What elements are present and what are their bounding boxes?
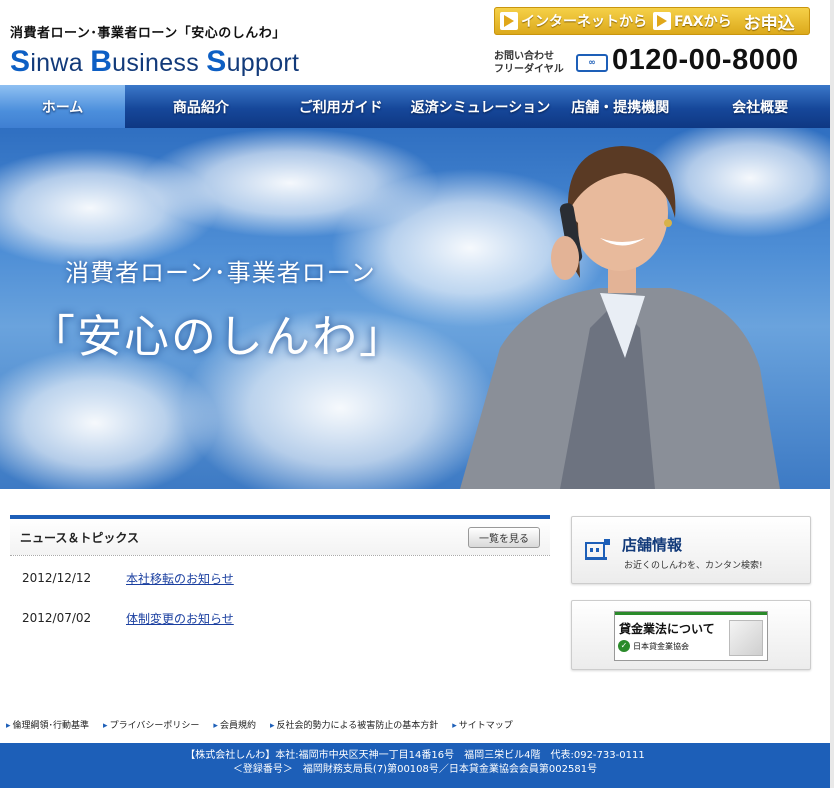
contact-label-line2: フリーダイヤル bbox=[494, 64, 564, 75]
news-link[interactable]: 本社移転のお知らせ bbox=[126, 570, 234, 587]
news-date: 2012/07/02 bbox=[22, 611, 92, 625]
logo-text: inwa bbox=[30, 49, 91, 77]
footer: 【株式会社しんわ】本社:福岡市中央区天神一丁目14番16号 福岡三栄ビル4階 代… bbox=[0, 743, 830, 788]
news-title: ニュース＆トピックス bbox=[20, 530, 140, 545]
logo-letter: S bbox=[10, 45, 31, 78]
hero-title: 「安心のしんわ」 bbox=[30, 310, 407, 363]
apply-banner: インターネットから FAXから お申込 bbox=[494, 7, 810, 35]
check-icon: ✓ bbox=[618, 640, 630, 652]
footer-link-sitemap[interactable]: サイトマップ bbox=[452, 718, 513, 731]
nav-item-company[interactable]: 会社概要 bbox=[690, 85, 830, 128]
hero-subtitle: 消費者ローン･事業者ローン bbox=[65, 259, 376, 287]
logo-text: usiness bbox=[112, 49, 207, 77]
apply-internet-link[interactable]: インターネットから bbox=[521, 11, 647, 31]
law-banner-topbar bbox=[615, 612, 767, 615]
store-info-desc: お近くのしんわを、カンタン検索! bbox=[624, 561, 763, 571]
news-item: 2012/07/02 体制変更のお知らせ bbox=[10, 598, 550, 638]
nav-item-products[interactable]: 商品紹介 bbox=[131, 85, 271, 128]
freedial-icon: ∞ bbox=[576, 54, 608, 72]
news-link[interactable]: 体制変更のお知らせ bbox=[126, 610, 234, 627]
logo-text: upport bbox=[226, 49, 300, 77]
store-info-title: 店舗情報 bbox=[622, 536, 683, 554]
window-edge bbox=[830, 0, 834, 788]
nav-item-simulation[interactable]: 返済シミュレーション bbox=[411, 85, 551, 128]
logo-letter: S bbox=[206, 45, 227, 78]
contact-label-line1: お問い合わせ bbox=[494, 51, 554, 62]
footer-link-antisocial-policy[interactable]: 反社会的勢力による被害防止の基本方針 bbox=[270, 718, 438, 731]
law-banner-image: 貸金業法について ✓ 日本貸金業協会 bbox=[614, 611, 768, 661]
woman-on-phone-image bbox=[460, 146, 780, 489]
nav-item-home[interactable]: ホーム bbox=[0, 85, 125, 128]
footer-link-privacy[interactable]: プライバシーポリシー bbox=[103, 718, 200, 731]
news-header: ニュース＆トピックス 一覧を見る bbox=[10, 519, 550, 556]
global-nav: ホーム 商品紹介 ご利用ガイド 返済シミュレーション 店舗・提携機関 会社概要 bbox=[0, 85, 830, 128]
footer-links: 倫理綱領･行動基準 プライバシーポリシー 会員規約 反社会的勢力による被害防止の… bbox=[6, 718, 513, 731]
nav-item-guide[interactable]: ご利用ガイド bbox=[271, 85, 411, 128]
phone-number[interactable]: 0120-00-8000 bbox=[612, 44, 799, 77]
site-tagline: 消費者ローン･事業者ローン「安心のしんわ」 bbox=[10, 26, 286, 41]
logo-letter: B bbox=[90, 45, 113, 78]
news-panel: ニュース＆トピックス 一覧を見る 2012/12/12 本社移転のお知らせ 20… bbox=[10, 515, 550, 638]
contact-label: お問い合わせ フリーダイヤル bbox=[494, 50, 564, 76]
law-banner-title: 貸金業法について bbox=[619, 622, 715, 636]
building-icon bbox=[585, 539, 610, 560]
nav-item-stores[interactable]: 店舗・提携機関 bbox=[550, 85, 690, 128]
store-info-button[interactable]: 店舗情報 お近くのしんわを、カンタン検索! bbox=[571, 516, 811, 584]
footer-link-ethics[interactable]: 倫理綱領･行動基準 bbox=[6, 718, 90, 731]
news-more-button[interactable]: 一覧を見る bbox=[468, 526, 540, 548]
document-photo-icon bbox=[729, 620, 763, 656]
footer-company-info: 【株式会社しんわ】本社:福岡市中央区天神一丁目14番16号 福岡三栄ビル4階 代… bbox=[185, 750, 645, 761]
news-date: 2012/12/12 bbox=[22, 571, 92, 585]
footer-registration: ＜登録番号＞ 福岡財務支局長(7)第00108号／日本貸金業協会会員第00258… bbox=[232, 764, 598, 775]
hero-banner: 消費者ローン･事業者ローン 「安心のしんわ」 bbox=[0, 128, 830, 489]
site-logo[interactable]: Sinwa Business Support bbox=[10, 45, 299, 79]
money-lending-law-banner[interactable]: 貸金業法について ✓ 日本貸金業協会 bbox=[571, 600, 811, 670]
law-banner-sub: 日本貸金業協会 bbox=[633, 642, 689, 651]
news-item: 2012/12/12 本社移転のお知らせ bbox=[10, 558, 550, 598]
arrow-right-icon bbox=[653, 12, 671, 30]
arrow-right-icon bbox=[500, 12, 518, 30]
apply-label: お申込 bbox=[743, 13, 795, 34]
footer-link-terms[interactable]: 会員規約 bbox=[213, 718, 256, 731]
cloud-shape bbox=[0, 348, 220, 489]
apply-fax-link[interactable]: FAXから bbox=[674, 11, 732, 31]
